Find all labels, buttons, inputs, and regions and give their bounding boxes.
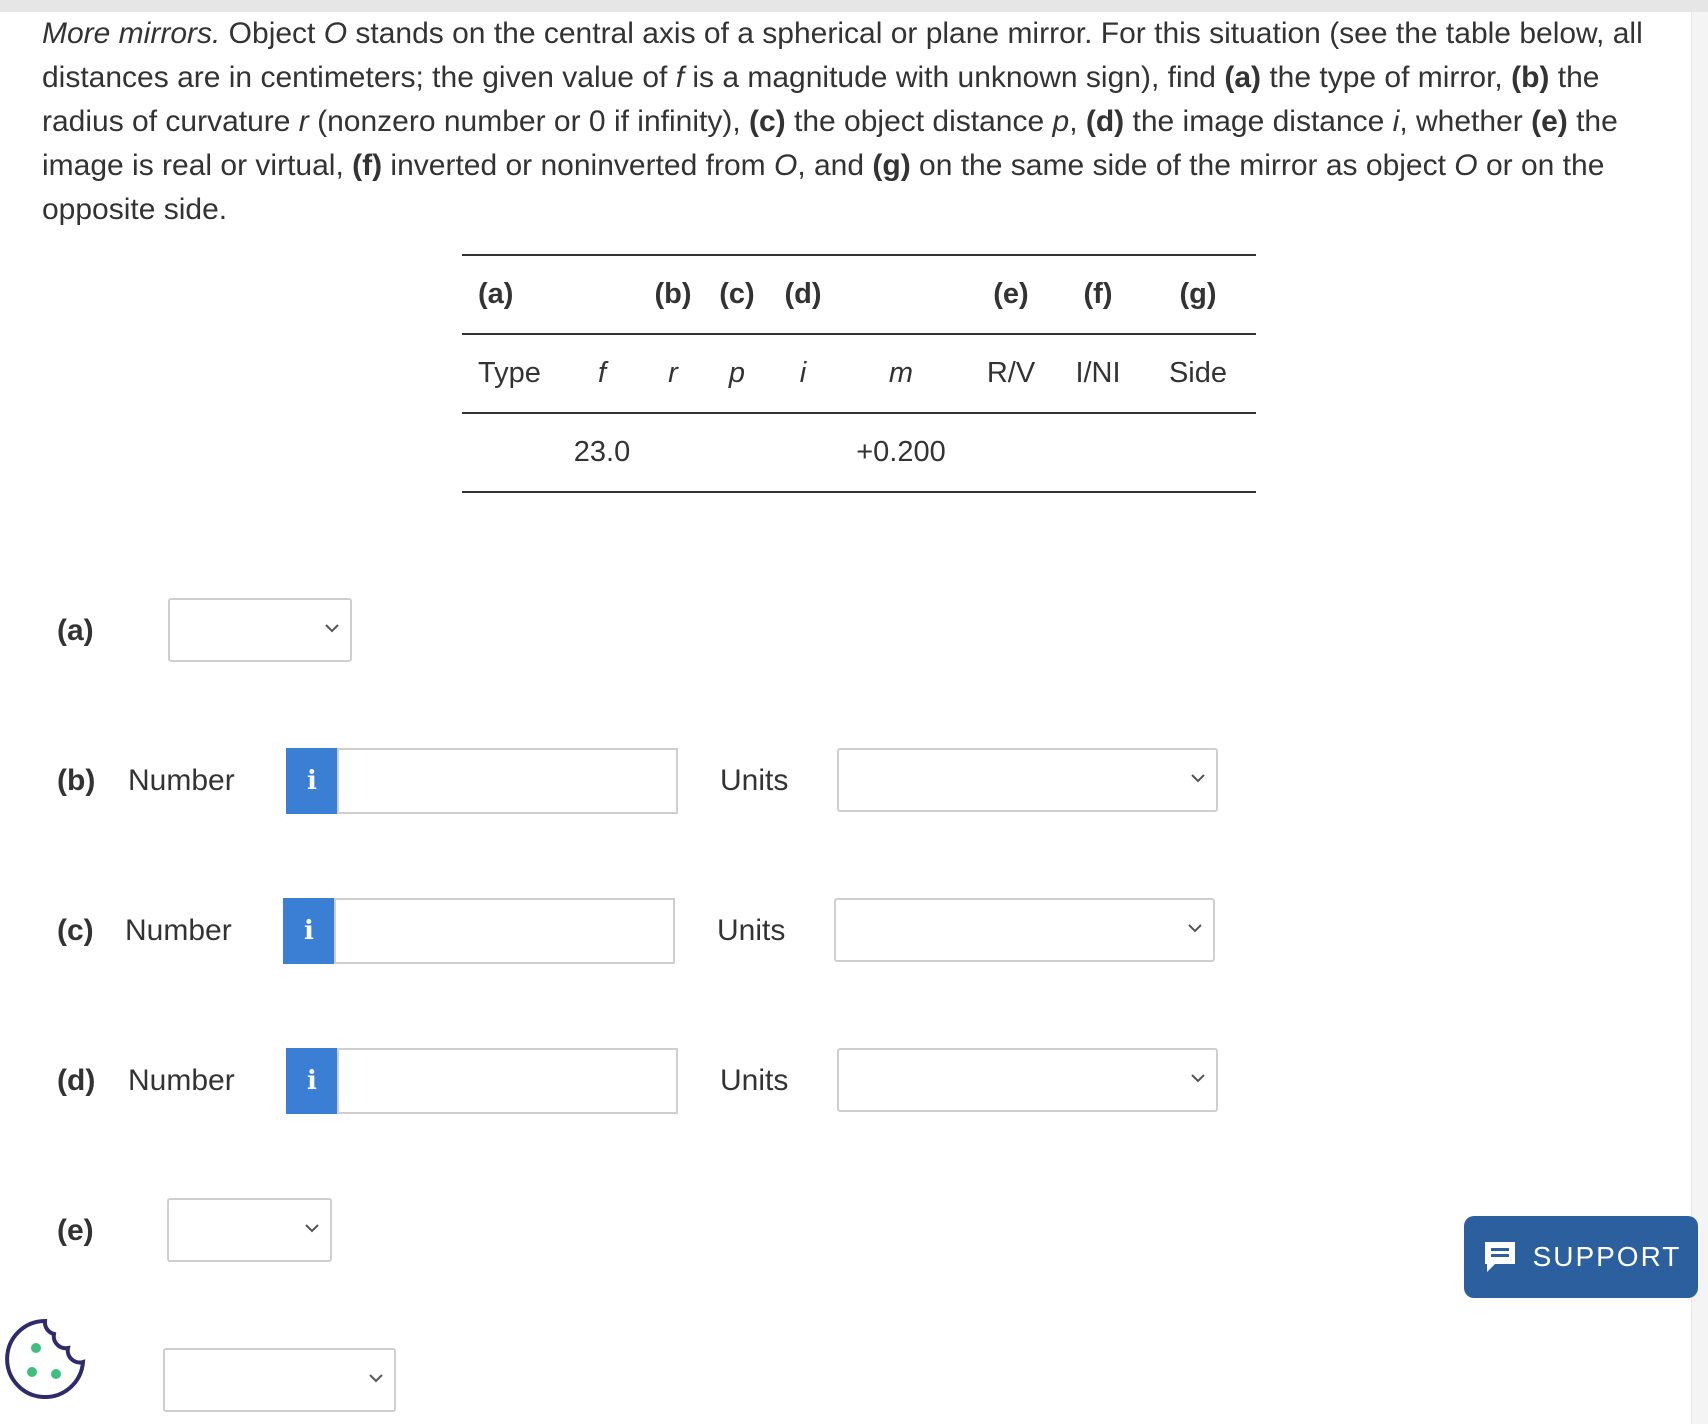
mirror-data-table: (a) (b) (c) (d) (e) (f) (g) Type f r p i… xyxy=(462,254,1256,493)
table-cell: (e) xyxy=(966,254,1056,335)
part-b-units-select[interactable] xyxy=(837,748,1218,812)
part-e-label: (e) xyxy=(57,1214,94,1247)
table-cell xyxy=(1140,412,1256,493)
scrollbar-track[interactable] xyxy=(1691,12,1708,1424)
chat-icon xyxy=(1484,1242,1515,1272)
part-a-label: (a) xyxy=(57,614,94,647)
chevron-down-icon xyxy=(1191,1074,1205,1083)
part-c-units-label: Units xyxy=(717,914,786,947)
table-cell: m xyxy=(888,357,914,389)
part-b-number-label: Number xyxy=(128,764,235,797)
table-cell: Side xyxy=(1168,357,1228,389)
part-b-units-label: Units xyxy=(720,764,789,797)
table-cell: f xyxy=(597,357,607,389)
table-cell xyxy=(1056,412,1140,493)
chevron-down-icon xyxy=(325,624,339,633)
table-header-row: Type f r p i m R/V I/NI Side xyxy=(462,334,1256,413)
table-cell xyxy=(462,412,562,493)
table-cell xyxy=(770,412,836,493)
part-b-number-input[interactable] xyxy=(337,748,678,814)
table-cell xyxy=(562,254,642,335)
table-part-row: (a) (b) (c) (d) (e) (f) (g) xyxy=(462,254,1256,335)
support-button[interactable]: SUPPORT xyxy=(1464,1216,1698,1298)
table-value-row: 23.0 +0.200 xyxy=(462,412,1256,493)
table-cell: +0.200 xyxy=(836,412,966,493)
part-c-number-input[interactable] xyxy=(334,898,675,964)
table-cell: 23.0 xyxy=(562,412,642,493)
cookie-icon[interactable] xyxy=(2,1316,88,1402)
chevron-down-icon xyxy=(369,1374,383,1383)
table-cell: (d) xyxy=(770,254,836,335)
part-d-units-label: Units xyxy=(720,1064,789,1097)
table-cell: (b) xyxy=(642,254,704,335)
part-d-units-select[interactable] xyxy=(837,1048,1218,1112)
part-c-label: (c) xyxy=(57,914,94,947)
table-cell: p xyxy=(728,357,746,389)
table-cell: i xyxy=(799,357,807,389)
chevron-down-icon xyxy=(1188,924,1202,933)
part-d-number-input[interactable] xyxy=(337,1048,678,1114)
part-e-real-virtual-select[interactable] xyxy=(167,1198,332,1262)
table-cell: (a) xyxy=(462,254,562,335)
table-cell: Type xyxy=(478,357,541,389)
part-d-number-label: Number xyxy=(128,1064,235,1097)
table-cell xyxy=(836,254,966,335)
support-label: SUPPORT xyxy=(1532,1241,1682,1272)
table-cell: (c) xyxy=(704,254,770,335)
table-cell xyxy=(704,412,770,493)
table-cell xyxy=(642,412,704,493)
part-c-number-label: Number xyxy=(125,914,232,947)
part-b-label: (b) xyxy=(57,764,96,797)
table-cell xyxy=(966,412,1056,493)
question-title: More mirrors. xyxy=(42,17,221,50)
part-f-inverted-select[interactable] xyxy=(163,1348,396,1412)
table-cell: (g) xyxy=(1140,254,1256,335)
table-cell: I/NI xyxy=(1075,357,1121,389)
chevron-down-icon xyxy=(305,1224,319,1233)
part-c-units-select[interactable] xyxy=(834,898,1215,962)
top-bar xyxy=(0,0,1708,12)
table-cell: r xyxy=(668,357,678,389)
info-icon[interactable]: i xyxy=(283,898,335,964)
question-text: More mirrors. Object O stands on the cen… xyxy=(42,17,1643,226)
part-a-type-select[interactable] xyxy=(168,598,352,662)
table-cell: (f) xyxy=(1056,254,1140,335)
table-cell: R/V xyxy=(986,357,1036,389)
info-icon[interactable]: i xyxy=(286,1048,338,1114)
chevron-down-icon xyxy=(1191,774,1205,783)
info-icon[interactable]: i xyxy=(286,748,338,814)
part-d-label: (d) xyxy=(57,1064,96,1097)
